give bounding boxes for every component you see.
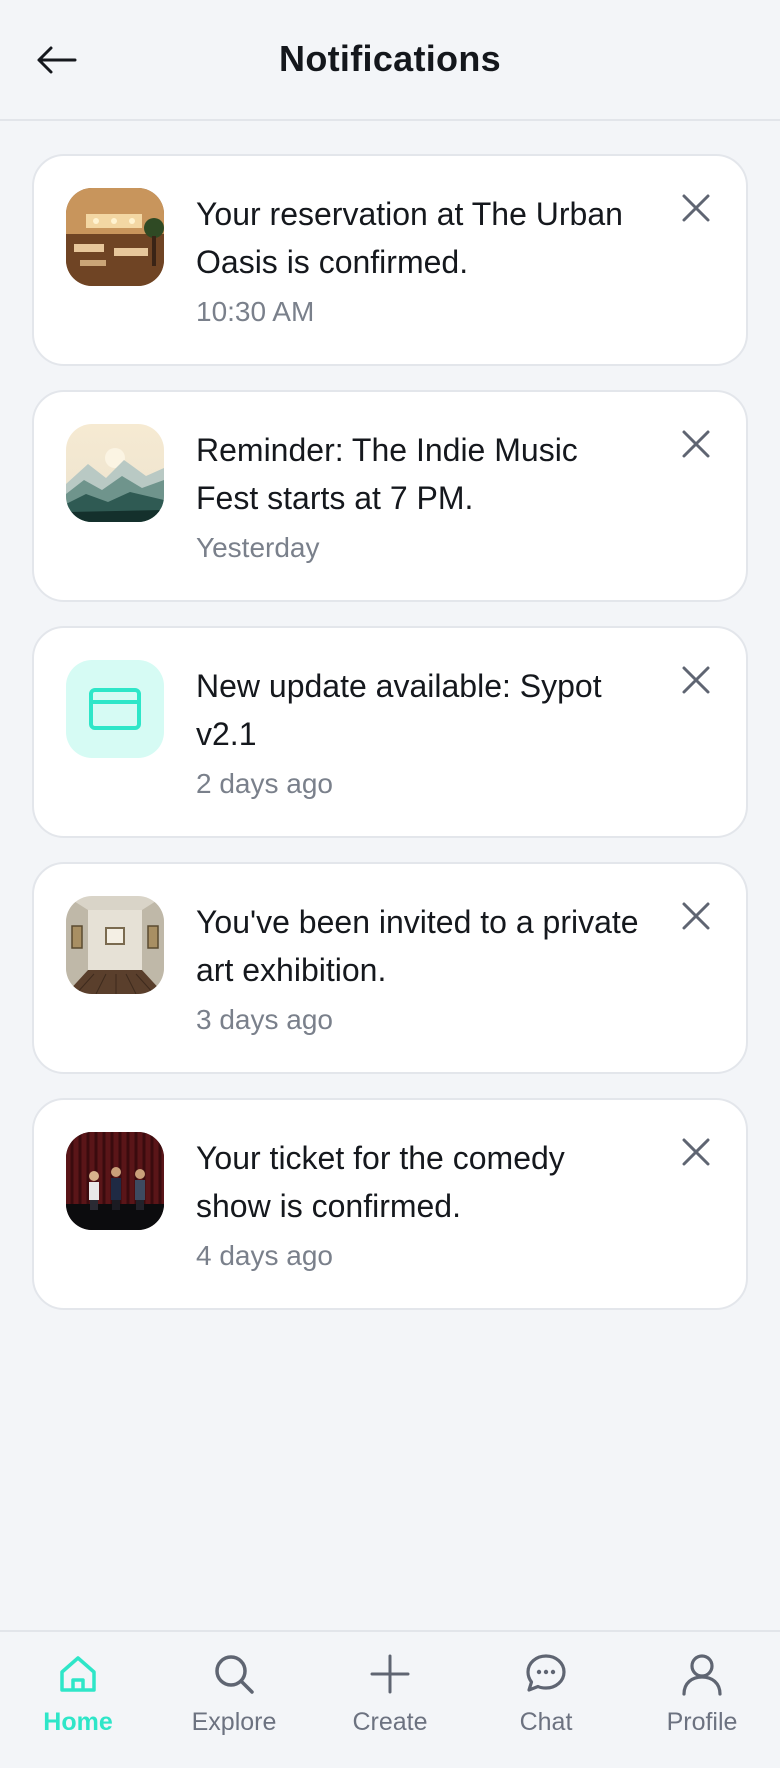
notification-message: Reminder: The Indie Music Fest starts at… — [196, 432, 578, 516]
search-icon — [215, 1655, 254, 1694]
notification-card[interactable]: Your reservation at The Urban Oasis is c… — [32, 154, 748, 366]
notification-message: You've been invited to a private art exh… — [196, 904, 639, 988]
user-icon — [682, 1654, 722, 1696]
app-update-thumbnail — [66, 660, 164, 758]
app-window-icon — [89, 688, 141, 730]
notification-time: Yesterday — [196, 532, 320, 563]
notification-card[interactable]: Your ticket for the comedy show is confi… — [32, 1098, 748, 1310]
close-icon — [682, 194, 710, 222]
comedy-stage-thumbnail — [66, 1132, 164, 1230]
notification-time: 4 days ago — [196, 1240, 333, 1271]
notification-list: Your reservation at The Urban Oasis is c… — [32, 154, 748, 1334]
tab-create[interactable]: Create — [312, 1632, 468, 1768]
tab-chat[interactable]: Chat — [468, 1632, 624, 1768]
plus-icon — [370, 1654, 410, 1694]
notification-card[interactable]: New update available: Sypot v2.1 2 days … — [32, 626, 748, 838]
restaurant-thumbnail — [66, 188, 164, 286]
close-icon — [682, 666, 710, 694]
notification-message: Your ticket for the comedy show is confi… — [196, 1140, 565, 1224]
mountain-thumbnail — [66, 424, 164, 522]
dismiss-button[interactable] — [674, 894, 718, 938]
page-title: Notifications — [279, 38, 501, 79]
tab-label: Home — [43, 1708, 113, 1736]
home-icon — [60, 1656, 96, 1692]
notification-card[interactable]: You've been invited to a private art exh… — [32, 862, 748, 1074]
tab-label: Explore — [191, 1708, 277, 1736]
bottom-tab-bar: Home Explore Create Chat Profile — [0, 1630, 780, 1768]
dismiss-button[interactable] — [674, 658, 718, 702]
tab-home[interactable]: Home — [0, 1632, 156, 1768]
dismiss-button[interactable] — [674, 1130, 718, 1174]
close-icon — [682, 902, 710, 930]
chat-bubble-icon — [526, 1654, 566, 1692]
close-icon — [682, 1138, 710, 1166]
notification-time: 2 days ago — [196, 768, 333, 799]
notification-message: Your reservation at The Urban Oasis is c… — [196, 196, 623, 280]
notification-message: New update available: Sypot v2.1 — [196, 668, 602, 752]
tab-label: Profile — [666, 1708, 738, 1736]
notification-card[interactable]: Reminder: The Indie Music Fest starts at… — [32, 390, 748, 602]
dismiss-button[interactable] — [674, 422, 718, 466]
tab-explore[interactable]: Explore — [156, 1632, 312, 1768]
top-bar: Notifications — [0, 0, 780, 121]
tab-label: Create — [352, 1708, 428, 1736]
close-icon — [682, 430, 710, 458]
notification-time: 10:30 AM — [196, 296, 315, 327]
tab-profile[interactable]: Profile — [624, 1632, 780, 1768]
notification-time: 3 days ago — [196, 1004, 333, 1035]
tab-label: Chat — [519, 1708, 573, 1736]
dismiss-button[interactable] — [674, 186, 718, 230]
art-gallery-thumbnail — [66, 896, 164, 994]
